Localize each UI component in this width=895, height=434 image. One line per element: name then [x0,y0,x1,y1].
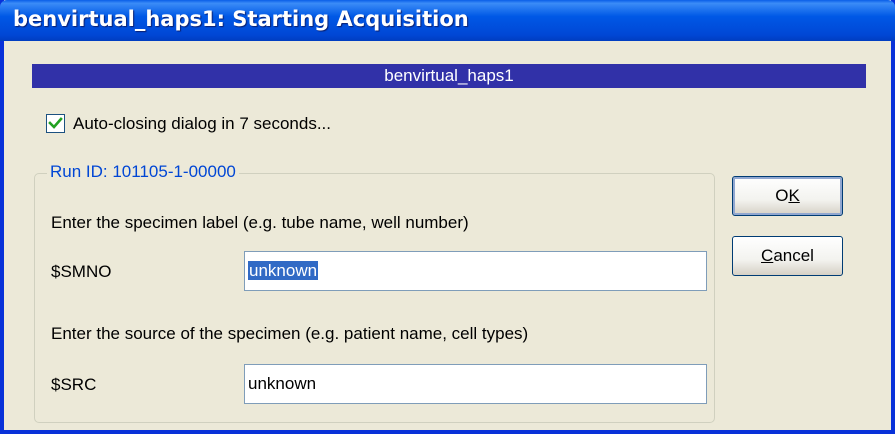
ok-label-prefix: O [775,186,789,205]
window-title: benvirtual_haps1: Starting Acquisition [13,7,469,31]
source-prompt: Enter the source of the specimen (e.g. p… [51,324,529,343]
acquisition-dialog: benvirtual_haps1: Starting Acquisition b… [0,0,895,434]
autoclose-label[interactable]: Auto-closing dialog in 7 seconds... [73,114,331,134]
ok-button[interactable]: OK [732,176,843,216]
src-label: $SRC [51,375,97,394]
specimen-label-prompt: Enter the specimen label (e.g. tube name… [51,213,469,232]
smno-selected-text: unknown [248,261,319,280]
cancel-label-mnemonic: C [761,246,774,265]
cancel-label-rest: ancel [773,246,814,265]
src-value: unknown [248,374,317,393]
instrument-name: benvirtual_haps1 [384,66,514,85]
instrument-banner: benvirtual_haps1 [32,64,866,88]
run-id-legend: Run ID: 101105-1-00000 [47,162,239,182]
src-input[interactable]: unknown [244,364,707,404]
autoclose-checkbox[interactable] [46,114,65,133]
checkmark-icon [48,117,63,129]
smno-input[interactable]: unknown [244,251,707,291]
title-bar[interactable]: benvirtual_haps1: Starting Acquisition [0,0,895,41]
cancel-button[interactable]: Cancel [732,236,843,276]
ok-label-mnemonic: K [788,186,800,205]
smno-label: $SMNO [51,262,112,281]
